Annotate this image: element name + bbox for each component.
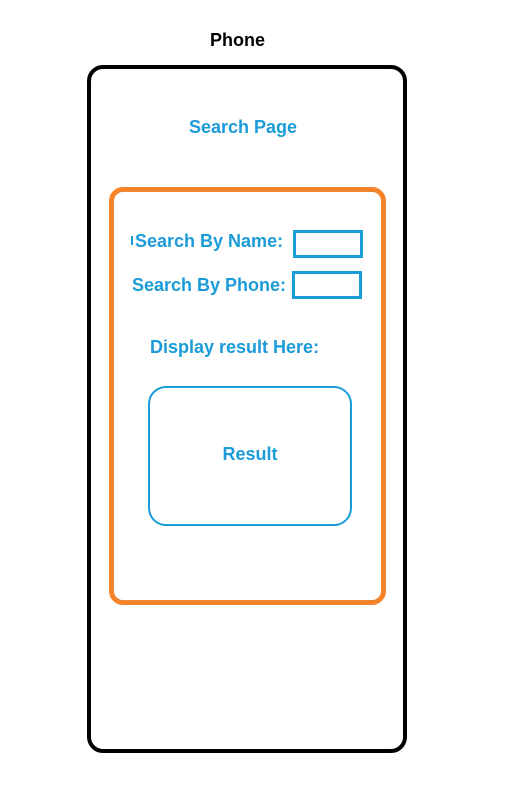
search-by-name-label: Search By Name:: [135, 231, 284, 251]
stray-mark: [131, 236, 133, 245]
phone-caption: Phone: [209, 30, 265, 50]
search-by-name-input[interactable]: [293, 230, 363, 258]
search-by-phone-input[interactable]: [292, 271, 362, 299]
display-result-label: Display result Here:: [150, 337, 320, 357]
search-by-phone-label: Search By Phone:: [132, 275, 287, 295]
page-title: Search Page: [188, 117, 298, 137]
result-text: Result: [222, 444, 278, 464]
